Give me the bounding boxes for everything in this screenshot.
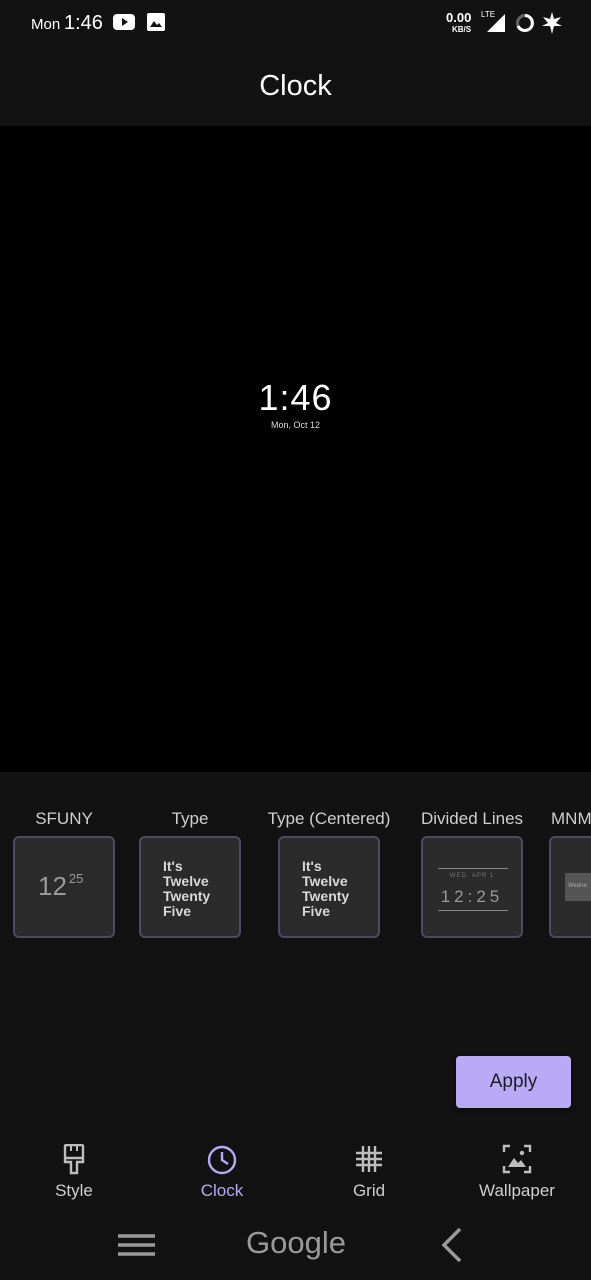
thumb-date: WED, APR 1 (449, 873, 495, 879)
status-bar: Mon 1:46 0.00 KB/S LTE (0, 0, 591, 48)
tab-label: Grid (352, 1181, 386, 1200)
back-icon[interactable] (440, 1227, 464, 1268)
image-icon (147, 13, 165, 36)
tab-label: Style (55, 1181, 93, 1200)
status-day: Mon (31, 16, 61, 33)
option-label: Type (171, 809, 209, 828)
thumb-text: It's Twelve Twenty Five (163, 858, 211, 919)
signal-icon (487, 14, 505, 37)
status-time: 1:46 (64, 12, 103, 34)
tab-clock[interactable]: Clock (148, 1132, 296, 1212)
preview-time: 1:46 (258, 377, 333, 418)
thumb-block: Wedne (565, 873, 591, 901)
option-thumbnail[interactable]: WED, APR 1 12:25 (421, 836, 523, 938)
divider-line (438, 910, 508, 911)
tab-grid[interactable]: Grid (295, 1132, 443, 1212)
clock-preview: 1:46 Mon, Oct 12 (0, 126, 591, 772)
thumb-text: It's Twelve Twenty Five (302, 858, 350, 919)
option-thumbnail[interactable]: It's Twelve Twenty Five (139, 836, 241, 938)
option-label: Divided Lines (420, 809, 524, 828)
battery-ring-icon (515, 13, 535, 38)
bottom-navigation: Style Clock Grid Wallpaper (0, 1132, 591, 1212)
leaf-icon (542, 12, 562, 39)
tab-wallpaper[interactable]: Wallpaper (443, 1132, 591, 1212)
tab-style[interactable]: Style (0, 1132, 148, 1212)
thumb-clock: 12 25 (38, 871, 84, 901)
page-title: Clock (259, 70, 332, 102)
net-speed: 0.00 KB/S (446, 10, 472, 34)
system-navigation-bar: Google (0, 1212, 591, 1280)
youtube-icon (113, 13, 135, 36)
google-home-button[interactable]: Google (246, 1225, 346, 1261)
menu-icon[interactable] (118, 1233, 156, 1264)
option-thumbnail[interactable]: Wedne (549, 836, 591, 938)
thumb-time: 12:25 (440, 887, 504, 906)
option-thumbnail[interactable]: It's Twelve Twenty Five (278, 836, 380, 938)
option-label: MNM (551, 809, 591, 828)
divider-line (438, 868, 508, 869)
option-thumbnail[interactable]: 12 25 (13, 836, 115, 938)
option-label: Type (Centered) (267, 809, 391, 828)
tab-label: Wallpaper (479, 1181, 555, 1200)
option-label: SFUNY (35, 809, 93, 828)
app-header: Clock (0, 48, 591, 126)
preview-date: Mon, Oct 12 (270, 420, 321, 430)
tab-label: Clock (200, 1181, 244, 1200)
apply-button[interactable]: Apply (456, 1056, 571, 1108)
